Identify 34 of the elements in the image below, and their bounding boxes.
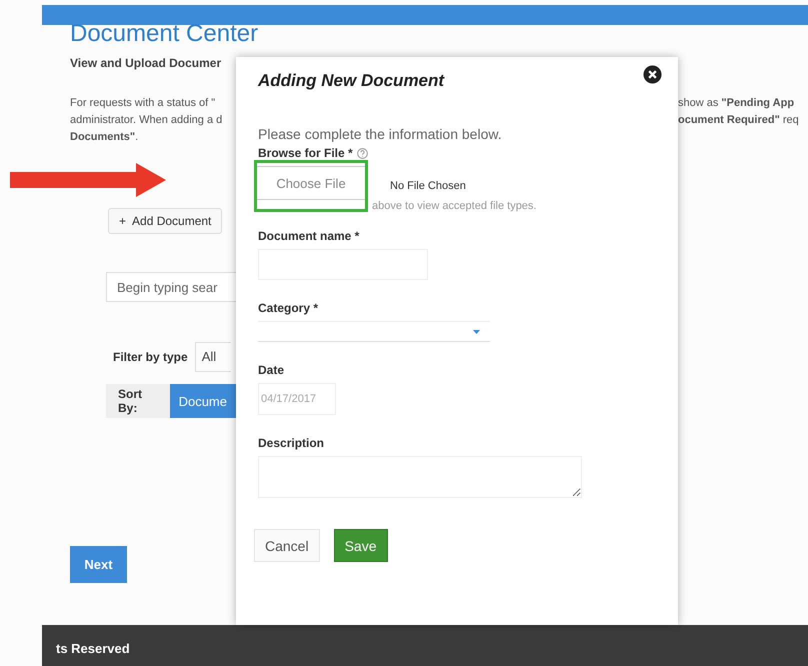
copyright-text: ts Reserved (56, 641, 130, 656)
intro-text: show as "Pending App (678, 96, 794, 111)
page-title: Document Center (70, 21, 258, 47)
close-icon[interactable] (643, 65, 662, 84)
caret-icon (473, 330, 480, 334)
intro-text: For requests with a status of " (70, 96, 216, 111)
sort-label: Sort By: (118, 387, 143, 415)
next-button[interactable]: Next (70, 546, 127, 583)
sort-option[interactable]: Docume (170, 384, 236, 418)
field-label: Browse for File * (258, 146, 353, 160)
date-field[interactable]: 04/17/2017 (258, 383, 336, 415)
field-label: Document name * (258, 229, 360, 243)
category-select[interactable] (258, 321, 490, 342)
search-field[interactable]: Begin typing sear (106, 272, 236, 302)
modal-title: Adding New Document (258, 71, 444, 91)
file-status: No File Chosen (390, 180, 466, 192)
modal-intro: Please complete the information below. (258, 126, 502, 142)
intro-text: Documents". (70, 130, 138, 145)
filter-label: Filter by type (113, 350, 188, 364)
choose-file-button[interactable]: Choose File (257, 166, 365, 200)
save-button[interactable]: Save (334, 529, 388, 562)
description-field[interactable] (258, 456, 582, 498)
field-label: Date (258, 363, 284, 377)
page-subtitle: View and Upload Documer (70, 56, 222, 70)
intro-text: administrator. When adding a d (70, 113, 222, 128)
file-hint: above to view accepted file types. (372, 200, 536, 212)
help-icon[interactable] (356, 148, 368, 158)
type-select[interactable]: All (194, 342, 231, 372)
add-document-button[interactable]: + Add Document (108, 208, 222, 234)
field-label: Description (258, 436, 324, 450)
arrow-icon (10, 163, 166, 197)
intro-text: ocument Required" req (678, 113, 799, 128)
cancel-button[interactable]: Cancel (254, 529, 320, 562)
field-label: Category * (258, 301, 318, 315)
